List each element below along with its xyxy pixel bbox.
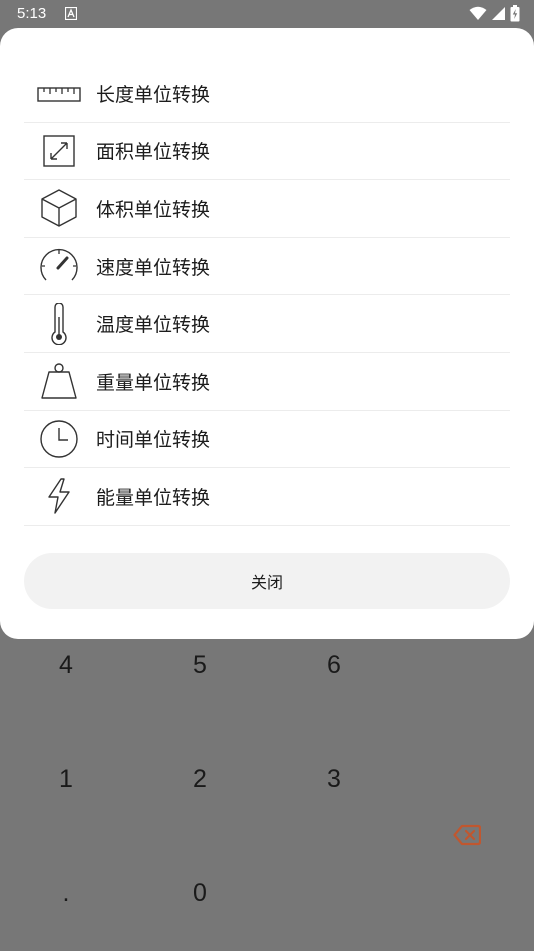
cube-icon [36, 185, 82, 231]
menu-item-time[interactable]: 时间单位转换 [24, 411, 510, 469]
menu-item-label: 速度单位转换 [96, 256, 211, 279]
menu-item-energy[interactable]: 能量单位转换 [24, 468, 510, 526]
keypad-key-dot[interactable]: . [36, 879, 96, 908]
unit-conversion-dialog: 长度单位转换 面积单位转换 体积单位转换 速度单位转换 温度单位转换 重量单位转… [0, 28, 534, 639]
a-notification-icon [65, 7, 77, 20]
menu-item-label: 温度单位转换 [96, 314, 211, 337]
keypad-key-0[interactable]: 0 [170, 879, 230, 908]
menu-item-length[interactable]: 长度单位转换 [24, 65, 510, 123]
signal-icon [492, 7, 505, 20]
weight-icon [36, 358, 82, 404]
menu-item-label: 时间单位转换 [96, 429, 211, 452]
keypad-key-4[interactable]: 4 [36, 651, 96, 680]
clock-icon [36, 416, 82, 462]
speedometer-icon [36, 243, 82, 289]
thermometer-icon [36, 301, 82, 347]
menu-item-volume[interactable]: 体积单位转换 [24, 180, 510, 238]
backspace-icon[interactable] [453, 824, 481, 846]
ruler-icon [36, 70, 82, 116]
close-button[interactable]: 关闭 [24, 553, 510, 609]
menu-item-label: 面积单位转换 [96, 141, 211, 164]
keypad-key-5[interactable]: 5 [170, 651, 230, 680]
menu-item-label: 体积单位转换 [96, 198, 211, 221]
menu-item-speed[interactable]: 速度单位转换 [24, 238, 510, 296]
menu-item-label: 重量单位转换 [96, 371, 211, 394]
keypad-key-6[interactable]: 6 [304, 651, 364, 680]
keypad-key-1[interactable]: 1 [36, 765, 96, 794]
keypad-key-2[interactable]: 2 [170, 765, 230, 794]
area-expand-icon [36, 128, 82, 174]
menu-item-area[interactable]: 面积单位转换 [24, 123, 510, 181]
status-bar: 5:13 [0, 0, 534, 28]
menu-item-weight[interactable]: 重量单位转换 [24, 353, 510, 411]
menu-item-label: 能量单位转换 [96, 486, 211, 509]
conversion-menu-list: 长度单位转换 面积单位转换 体积单位转换 速度单位转换 温度单位转换 重量单位转… [24, 65, 510, 526]
battery-charging-icon [510, 5, 520, 22]
menu-item-label: 长度单位转换 [96, 83, 211, 106]
lightning-icon [36, 473, 82, 519]
menu-item-temperature[interactable]: 温度单位转换 [24, 295, 510, 353]
status-time: 5:13 [17, 5, 47, 22]
keypad-key-3[interactable]: 3 [304, 765, 364, 794]
wifi-icon [469, 6, 487, 20]
